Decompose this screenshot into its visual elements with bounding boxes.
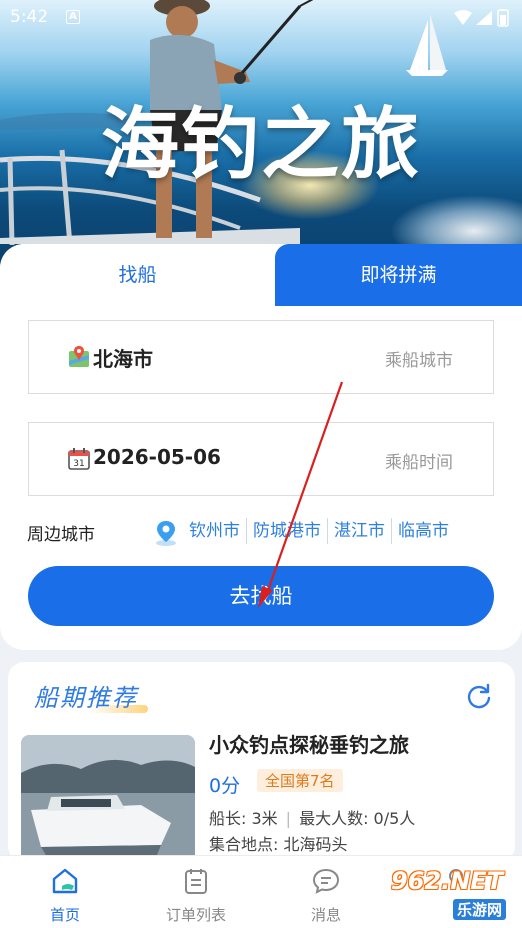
status-time: 5:42 — [10, 7, 49, 27]
status-bar: 5:42 A — [0, 0, 522, 34]
notification-icon: A — [66, 10, 80, 24]
city-field[interactable]: 北海市 乘船城市 — [28, 320, 494, 394]
nav-home[interactable]: 首页 — [0, 856, 130, 928]
signal-battery-icon — [454, 9, 509, 27]
message-icon — [312, 868, 340, 894]
boat-specs: 船长: 3米 | 最大人数: 0/5人 — [209, 805, 415, 829]
nearby-city-list: 钦州市 防城港市 湛江市 临高市 — [183, 518, 455, 544]
watermark-site: 乐游网 — [453, 899, 507, 920]
nav-messages[interactable]: 消息 — [261, 856, 391, 928]
nearby-city-qinzhou[interactable]: 钦州市 — [183, 518, 247, 544]
home-icon — [52, 868, 78, 894]
boat-image[interactable] — [21, 735, 195, 862]
calendar-day: 31 — [73, 459, 84, 469]
recommend-title: 船期推荐 — [34, 684, 138, 712]
boat-length: 船长: 3米 — [209, 809, 278, 828]
spec-divider: | — [285, 809, 292, 828]
nearby-cities-label: 周边城市 — [27, 525, 95, 545]
nav-messages-label: 消息 — [310, 906, 341, 924]
meeting-point: 集合地点: 北海码头 — [209, 835, 348, 854]
nav-home-label: 首页 — [49, 906, 80, 924]
nav-orders[interactable]: 订单列表 — [131, 856, 261, 928]
refresh-icon[interactable] — [465, 682, 493, 710]
nearby-city-fangchenggang[interactable]: 防城港市 — [247, 518, 328, 544]
find-boat-button[interactable]: 去找船 — [28, 566, 494, 626]
trip-score: 0分 — [209, 775, 241, 797]
order-list-icon — [185, 869, 207, 894]
date-field[interactable]: 31 2026-05-06 乘船时间 — [28, 422, 494, 496]
watermark-number: 962.NET — [391, 867, 504, 895]
tab-filling-soon[interactable]: 即将拼满 — [275, 244, 522, 306]
boat-capacity: 最大人数: 0/5人 — [299, 809, 416, 828]
location-pin-icon — [156, 521, 176, 546]
rank-badge: 全国第7名 — [257, 769, 343, 792]
nearby-city-zhanjiang[interactable]: 湛江市 — [328, 518, 392, 544]
recommend-section: 船期推荐 小众钓点探秘垂钓之旅 0分 全国第7名 船长: 3米 | 最大人数: 0/… — [8, 662, 515, 862]
date-value: 2026-05-06 — [93, 445, 221, 469]
calendar-icon: 31 — [68, 448, 90, 470]
city-value: 北海市 — [93, 347, 153, 371]
city-hint: 乘船城市 — [385, 351, 453, 371]
site-watermark: 962.NET 乐游网 — [381, 865, 517, 923]
hero-title: 海钓之旅 — [100, 100, 421, 190]
tab-find-boat[interactable]: 找船 — [0, 244, 275, 306]
nav-orders-label: 订单列表 — [165, 906, 226, 924]
trip-title[interactable]: 小众钓点探秘垂钓之旅 — [209, 729, 409, 758]
map-pin-icon — [69, 346, 89, 367]
nearby-city-lingao[interactable]: 临高市 — [392, 518, 455, 544]
date-hint: 乘船时间 — [385, 453, 453, 473]
